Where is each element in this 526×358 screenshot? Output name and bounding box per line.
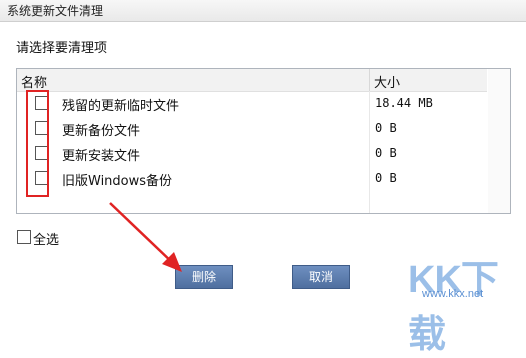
- arrow-shaft: [109, 202, 177, 267]
- watermark-logo: KK下载: [408, 259, 499, 356]
- watermark-url: www.kkx.net: [422, 288, 484, 300]
- watermark: KK下载 www.kkx.net: [404, 248, 526, 356]
